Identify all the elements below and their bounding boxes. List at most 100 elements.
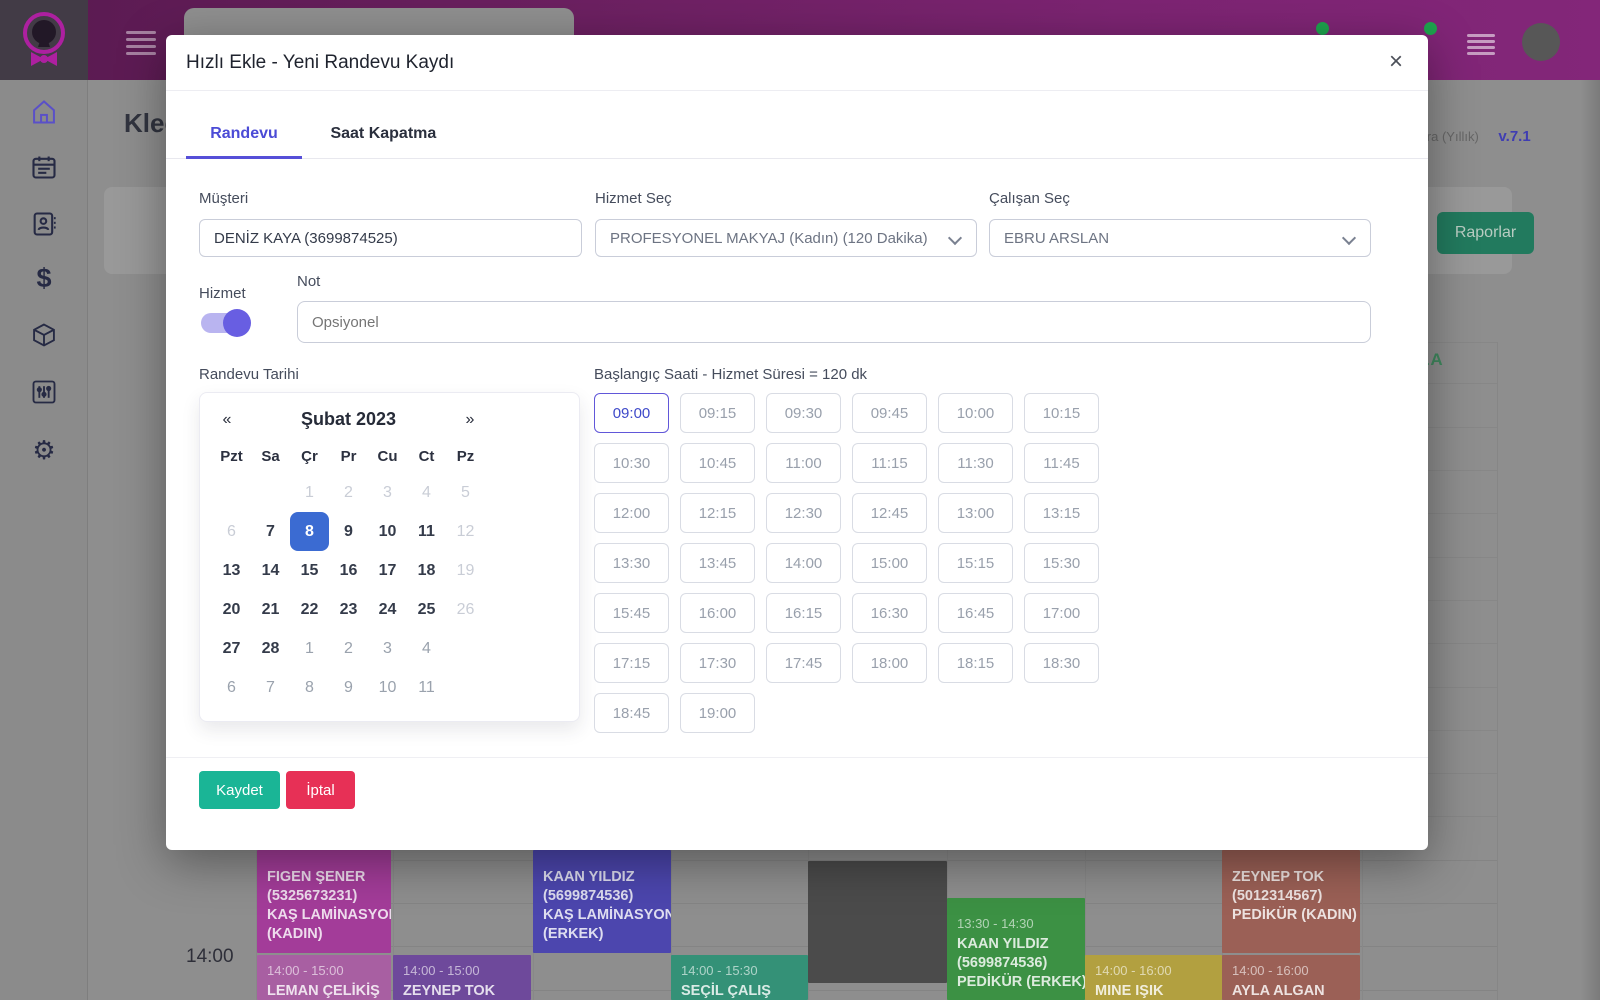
calendar-day[interactable]: 11 bbox=[407, 512, 446, 551]
calendar-day[interactable]: 21 bbox=[251, 590, 290, 629]
calendar-day[interactable]: 10 bbox=[368, 668, 407, 707]
calendar-day[interactable]: 18 bbox=[407, 551, 446, 590]
time-slot[interactable]: 16:30 bbox=[852, 593, 927, 633]
time-slot[interactable]: 18:30 bbox=[1024, 643, 1099, 683]
calendar-day[interactable]: 10 bbox=[368, 512, 407, 551]
tab-randevu[interactable]: Randevu bbox=[186, 111, 302, 159]
calendar-day[interactable]: 9 bbox=[329, 512, 368, 551]
calendar-day[interactable]: 15 bbox=[290, 551, 329, 590]
calendar-day[interactable]: 16 bbox=[329, 551, 368, 590]
appointment-block[interactable]: 14:00 - 15:00ZEYNEP TOK bbox=[393, 955, 531, 1000]
raporlar-button[interactable]: Raporlar bbox=[1437, 212, 1534, 254]
musteri-input[interactable] bbox=[199, 219, 582, 257]
appointment-block[interactable]: 14:00 - 15:00LEMAN ÇELİKİŞ bbox=[257, 955, 391, 1000]
menu-hamburger-icon[interactable] bbox=[126, 27, 156, 59]
calendar-day[interactable]: 23 bbox=[329, 590, 368, 629]
time-slot[interactable]: 17:15 bbox=[594, 643, 669, 683]
calendar-prev-button[interactable]: « bbox=[212, 411, 242, 429]
calendar-day-selected[interactable]: 8 bbox=[290, 512, 329, 551]
time-slot[interactable]: 13:45 bbox=[680, 543, 755, 583]
time-slot[interactable]: 09:45 bbox=[852, 393, 927, 433]
time-slot[interactable]: 11:00 bbox=[766, 443, 841, 483]
time-slot[interactable]: 18:45 bbox=[594, 693, 669, 733]
time-slot-selected[interactable]: 09:00 bbox=[594, 393, 669, 433]
time-slot[interactable]: 12:45 bbox=[852, 493, 927, 533]
sidebar-item-payments[interactable]: $ bbox=[28, 262, 60, 294]
calendar-day[interactable]: 13 bbox=[212, 551, 251, 590]
sidebar-item-settings[interactable]: ⚙ bbox=[28, 434, 60, 466]
appointment-block[interactable]: FIGEN ŞENER(5325673231)KAŞ LAMİNASYONU(K… bbox=[257, 850, 391, 953]
time-slot[interactable]: 15:00 bbox=[852, 543, 927, 583]
close-icon[interactable]: × bbox=[1382, 49, 1410, 77]
list-menu-icon[interactable] bbox=[1467, 31, 1495, 58]
calendar-day[interactable]: 17 bbox=[368, 551, 407, 590]
time-slot[interactable]: 17:00 bbox=[1024, 593, 1099, 633]
calendar-day[interactable]: 2 bbox=[329, 629, 368, 668]
calendar-day[interactable]: 27 bbox=[212, 629, 251, 668]
sidebar-item-customers[interactable] bbox=[28, 208, 60, 240]
time-slot[interactable]: 11:15 bbox=[852, 443, 927, 483]
time-slot[interactable]: 13:30 bbox=[594, 543, 669, 583]
time-slot[interactable]: 19:00 bbox=[680, 693, 755, 733]
time-slot[interactable]: 15:15 bbox=[938, 543, 1013, 583]
time-slot[interactable]: 16:15 bbox=[766, 593, 841, 633]
calendar-day[interactable]: 28 bbox=[251, 629, 290, 668]
time-slot[interactable]: 11:30 bbox=[938, 443, 1013, 483]
not-input[interactable] bbox=[297, 301, 1371, 343]
time-slot[interactable]: 11:45 bbox=[1024, 443, 1099, 483]
calendar-day[interactable]: 20 bbox=[212, 590, 251, 629]
calendar-next-button[interactable]: » bbox=[455, 411, 485, 429]
time-slot[interactable]: 13:00 bbox=[938, 493, 1013, 533]
time-slot[interactable]: 09:30 bbox=[766, 393, 841, 433]
calendar-day[interactable]: 4 bbox=[407, 629, 446, 668]
time-slot[interactable]: 09:15 bbox=[680, 393, 755, 433]
time-slot[interactable]: 10:30 bbox=[594, 443, 669, 483]
time-slot[interactable]: 13:15 bbox=[1024, 493, 1099, 533]
sidebar-item-products[interactable] bbox=[28, 319, 60, 351]
hizmet-toggle[interactable] bbox=[201, 313, 247, 333]
time-slot[interactable]: 15:30 bbox=[1024, 543, 1099, 583]
sidebar-item-reports[interactable] bbox=[28, 376, 60, 408]
save-button[interactable]: Kaydet bbox=[199, 771, 280, 809]
time-slot[interactable]: 18:00 bbox=[852, 643, 927, 683]
time-slot[interactable]: 16:00 bbox=[680, 593, 755, 633]
calendar-day[interactable]: 22 bbox=[290, 590, 329, 629]
calendar-day[interactable]: 24 bbox=[368, 590, 407, 629]
time-slot[interactable]: 14:00 bbox=[766, 543, 841, 583]
time-slot[interactable]: 10:45 bbox=[680, 443, 755, 483]
sidebar-item-home[interactable] bbox=[28, 96, 60, 128]
calendar-day[interactable]: 8 bbox=[290, 668, 329, 707]
time-slot[interactable]: 10:00 bbox=[938, 393, 1013, 433]
time-slot[interactable]: 17:30 bbox=[680, 643, 755, 683]
calendar-day[interactable]: 6 bbox=[212, 668, 251, 707]
appointment-block[interactable]: 13:30 - 14:30KAAN YILDIZ(5699874536)PEDİ… bbox=[947, 898, 1085, 1000]
calendar-day[interactable]: 3 bbox=[368, 629, 407, 668]
calendar-day[interactable]: 7 bbox=[251, 512, 290, 551]
time-slot[interactable]: 15:45 bbox=[594, 593, 669, 633]
time-slot[interactable]: 18:15 bbox=[938, 643, 1013, 683]
version-link[interactable]: v.7.1 bbox=[1498, 128, 1530, 145]
appointment-block[interactable]: 14:00 - 16:00AYLA ALGAN bbox=[1222, 955, 1360, 1000]
time-slot[interactable]: 16:45 bbox=[938, 593, 1013, 633]
calendar-day[interactable]: 7 bbox=[251, 668, 290, 707]
calendar-day[interactable]: 1 bbox=[290, 629, 329, 668]
calendar-day[interactable]: 25 bbox=[407, 590, 446, 629]
calendar-day[interactable]: 9 bbox=[329, 668, 368, 707]
hizmet-sec-select[interactable]: PROFESYONEL MAKYAJ (Kadın) (120 Dakika) bbox=[595, 219, 977, 257]
appointment-block[interactable]: 14:00 - 15:30SEÇİL ÇALIŞ bbox=[671, 955, 808, 1000]
appointment-block[interactable]: KAAN YILDIZ(5699874536)KAŞ LAMİNASYONU(E… bbox=[533, 850, 671, 953]
cancel-button[interactable]: İptal bbox=[286, 771, 355, 809]
app-logo[interactable] bbox=[0, 0, 88, 80]
appointment-block[interactable] bbox=[808, 861, 947, 983]
appointment-block[interactable]: ZEYNEP TOK(5012314567)PEDİKÜR (KADIN) bbox=[1222, 850, 1360, 953]
avatar[interactable] bbox=[1522, 23, 1560, 61]
calendar-day[interactable]: 11 bbox=[407, 668, 446, 707]
sidebar-item-calendar[interactable] bbox=[28, 151, 60, 183]
calendar-day[interactable]: 14 bbox=[251, 551, 290, 590]
time-slot[interactable]: 12:15 bbox=[680, 493, 755, 533]
appointment-block[interactable]: 14:00 - 16:00MINE IŞIK bbox=[1085, 955, 1222, 1000]
calisan-sec-select[interactable]: EBRU ARSLAN bbox=[989, 219, 1371, 257]
time-slot[interactable]: 12:30 bbox=[766, 493, 841, 533]
time-slot[interactable]: 12:00 bbox=[594, 493, 669, 533]
time-slot[interactable]: 10:15 bbox=[1024, 393, 1099, 433]
